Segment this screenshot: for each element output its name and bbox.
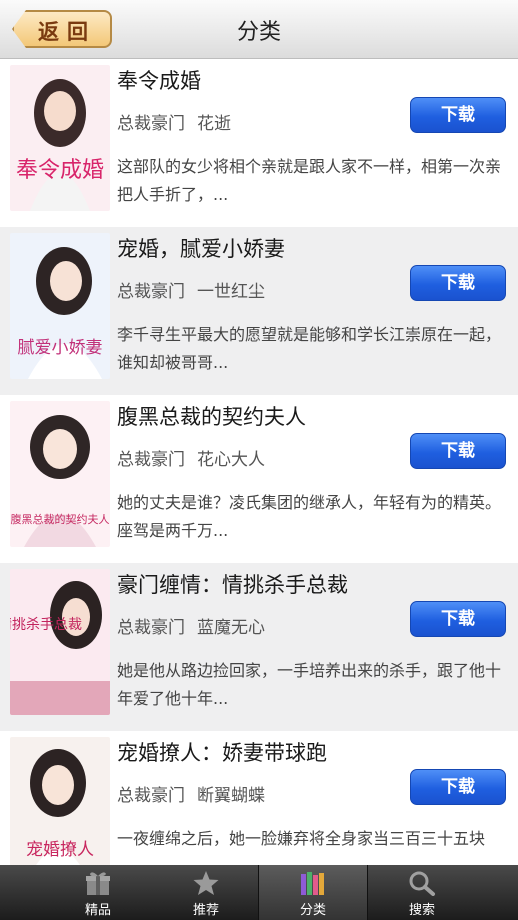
- book-list-item[interactable]: 情挑杀手总裁 豪门缠情：情挑杀手总裁 总裁豪门蓝魔无心 下载 她是他从路边捡回家…: [0, 563, 518, 731]
- book-author: 花逝: [197, 114, 231, 134]
- book-list-item[interactable]: 奉令成婚 奉令成婚 总裁豪门 花逝 下载 这部队的女少将相个亲就是跟人家不一样，相…: [0, 59, 518, 227]
- book-author: 一世红尘: [197, 282, 265, 302]
- tab-label: 分类: [299, 903, 326, 918]
- book-meta: 总裁豪门 蓝魔无心: [117, 613, 265, 638]
- book-category: 总裁豪门: [117, 618, 185, 638]
- book-cover-image[interactable]: 腻爱小娇妻: [10, 233, 110, 379]
- book-meta: 总裁豪门 花逝: [117, 109, 231, 134]
- book-cover-image[interactable]: 奉令成婚: [10, 65, 110, 211]
- download-button[interactable]: 下载: [410, 601, 506, 637]
- book-description: 她的丈夫是谁？凌氏集团的继承人，年轻有为的精英。座驾是两千万...: [117, 493, 502, 540]
- book-meta: 总裁豪门 一世红尘: [117, 277, 265, 302]
- book-title: 腹黑总裁的契约夫人: [117, 405, 306, 429]
- download-button[interactable]: 下载: [410, 265, 506, 301]
- book-list-item[interactable]: 宠婚撩人 宠婚撩人：娇妻带球跑 总裁豪门 断翼蝴蝶 下载 一夜缠绵之后，她一脸嫌弃…: [0, 731, 518, 865]
- book-meta: 总裁豪门 断翼蝴蝶: [117, 781, 265, 806]
- book-category: 总裁豪门: [117, 786, 185, 806]
- book-category: 总裁豪门: [117, 450, 185, 470]
- book-description: 这部队的女少将相个亲就是跟人家不一样，相第一次亲把人手折了，...: [117, 157, 502, 204]
- book-title: 宠婚，腻爱小娇妻: [117, 237, 285, 261]
- cover-title-text: 腹黑总裁的契约夫人: [11, 512, 110, 526]
- book-list-item[interactable]: 腻爱小娇妻 宠婚，腻爱小娇妻 总裁豪门 一世红尘 下载 李千寻生平最大的愿望就是能…: [0, 227, 518, 395]
- tab-recommend[interactable]: 推荐: [152, 865, 260, 920]
- book-meta: 总裁豪门 花心大人: [117, 445, 265, 470]
- book-cover-art: 宠婚撩人: [10, 737, 110, 865]
- book-list-item[interactable]: 腹黑总裁的契约夫人 腹黑总裁的契约夫人 总裁豪门 花心大人 下载 她的丈夫是谁？凌…: [0, 395, 518, 563]
- book-list[interactable]: 奉令成婚 奉令成婚 总裁豪门 花逝 下载 这部队的女少将相个亲就是跟人家不一样，相…: [0, 59, 518, 865]
- tab-label: 精品: [84, 903, 111, 918]
- navigation-bar: 返回 分类: [0, 0, 518, 59]
- book-description: 李千寻生平最大的愿望就是能够和学长江崇原在一起，谁知却被哥哥...: [117, 325, 502, 372]
- book-cover-image[interactable]: 宠婚撩人: [10, 737, 110, 865]
- book-author: 蓝魔无心: [197, 618, 265, 638]
- tab-label: 推荐: [192, 903, 219, 918]
- book-category: 总裁豪门: [117, 282, 185, 302]
- download-button[interactable]: 下载: [410, 433, 506, 469]
- book-cover-art: 腻爱小娇妻: [10, 233, 110, 379]
- cover-title-text: 腻爱小娇妻: [18, 338, 103, 358]
- book-cover-art: 奉令成婚: [10, 65, 110, 211]
- tab-category[interactable]: 分类: [258, 865, 368, 920]
- book-cover-image[interactable]: 情挑杀手总裁: [10, 569, 110, 715]
- book-category: 总裁豪门: [117, 114, 185, 134]
- book-cover-art: 腹黑总裁的契约夫人: [10, 401, 110, 547]
- book-title: 豪门缠情：情挑杀手总裁: [117, 573, 348, 597]
- book-cover-image[interactable]: 腹黑总裁的契约夫人: [10, 401, 110, 547]
- book-description: 一夜缠绵之后，她一脸嫌弃将全身家当三百三十五块: [117, 829, 486, 848]
- book-author: 花心大人: [197, 450, 265, 470]
- tab-search[interactable]: 搜索: [368, 865, 476, 920]
- star-icon: [193, 871, 219, 895]
- download-button[interactable]: 下载: [410, 769, 506, 805]
- magnifier-icon: [409, 871, 435, 896]
- download-button[interactable]: 下载: [410, 97, 506, 133]
- book-title: 宠婚撩人：娇妻带球跑: [117, 741, 327, 765]
- tab-label: 搜索: [408, 903, 435, 918]
- book-description: 她是他从路边捡回家，一手培养出来的杀手，跟了他十年爱了他十年...: [117, 661, 502, 708]
- cover-title-text: 情挑杀手总裁: [10, 617, 82, 633]
- cover-title-text: 宠婚撩人: [26, 840, 94, 860]
- book-author: 断翼蝴蝶: [197, 786, 265, 806]
- books-icon: [301, 872, 324, 895]
- tab-featured[interactable]: 精品: [44, 865, 152, 920]
- page-title: 分类: [236, 20, 281, 45]
- book-cover-art: 情挑杀手总裁: [10, 569, 110, 715]
- cover-title-text: 奉令成婚: [16, 158, 104, 183]
- book-title: 奉令成婚: [117, 69, 201, 93]
- gift-icon: [86, 872, 110, 895]
- tab-bar: 精品 推荐 分类 搜索: [0, 865, 518, 920]
